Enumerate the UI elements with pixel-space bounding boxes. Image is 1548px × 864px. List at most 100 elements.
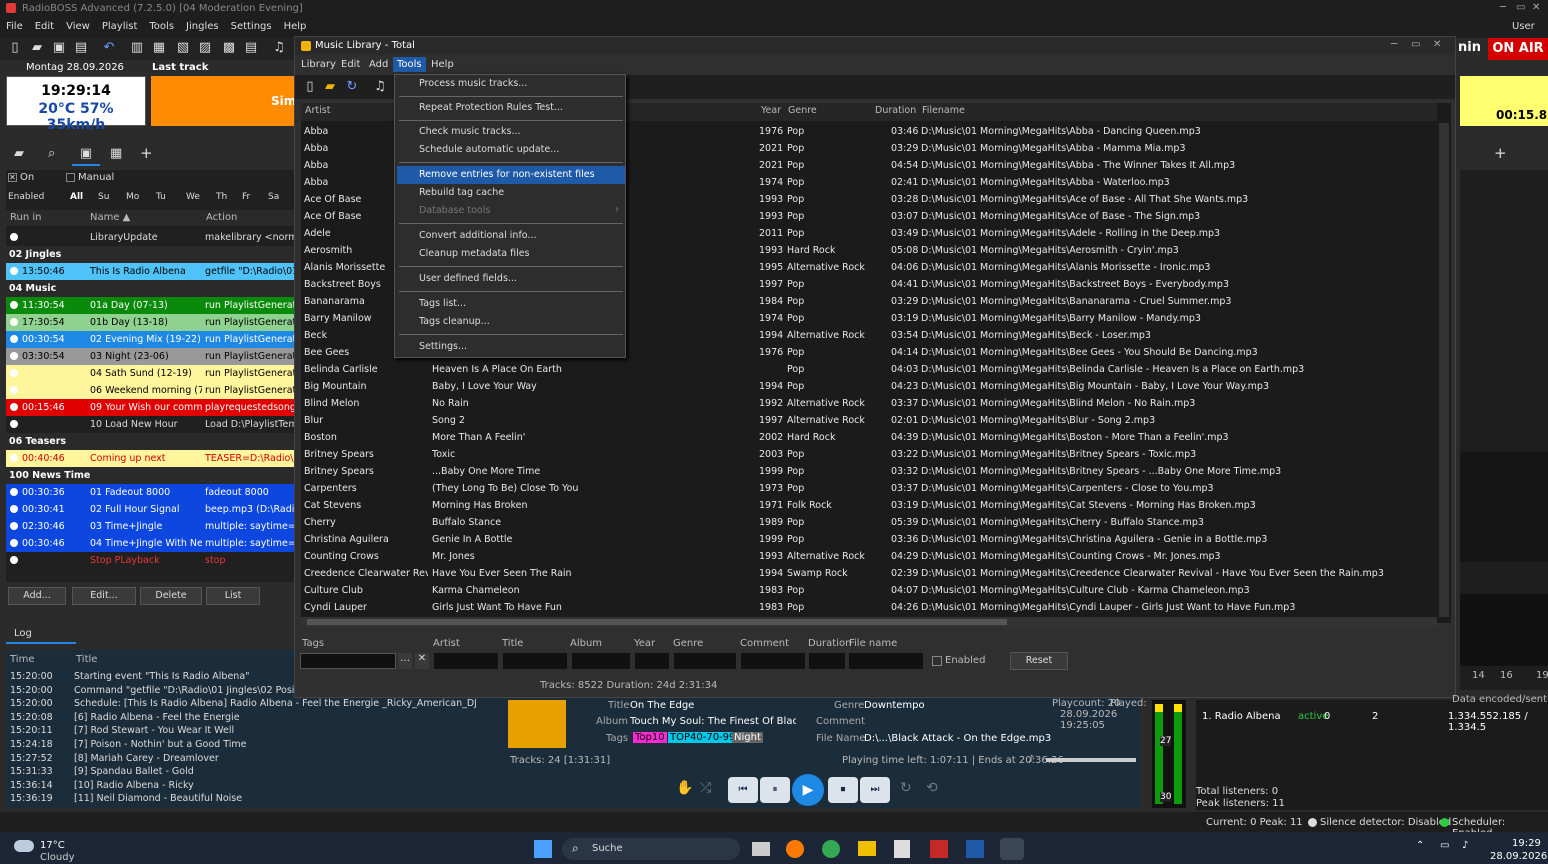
track-row[interactable]: Britney Spears ...Baby One More Time 1999 P… — [301, 463, 1437, 480]
album-filter-input[interactable] — [572, 653, 630, 669]
library-close-icon[interactable]: ✕ — [1433, 39, 1441, 50]
radioboss-active-icon[interactable] — [1000, 838, 1024, 860]
log-row[interactable]: 15:27:52 [8] Mariah Carey - Dreamlover — [6, 752, 476, 766]
undo-icon[interactable]: ↶ — [102, 41, 116, 55]
new-icon[interactable]: ▯ — [8, 41, 22, 55]
grid-hscroll[interactable] — [301, 617, 1437, 627]
view6-icon[interactable]: ▤ — [244, 41, 258, 55]
day-th[interactable]: Th — [216, 192, 227, 202]
menu-tools[interactable]: Tools — [143, 18, 180, 35]
menu-rebuild-cache[interactable]: Rebuild tag cache — [397, 184, 625, 202]
track-row[interactable]: Counting Crows Mr. Jones 1993 Alternative R… — [301, 548, 1437, 565]
on-checkbox[interactable]: ✕ — [8, 173, 17, 182]
scheduler-row[interactable]: 00:15:46 09 Your Wish our comm... playrequ… — [6, 399, 296, 416]
track-row[interactable]: Big Mountain Baby, I Love Your Way 1994 Pop… — [301, 378, 1437, 395]
filename-filter-input[interactable] — [849, 653, 923, 669]
col-filename[interactable]: Filename — [922, 105, 965, 116]
stop-button[interactable]: ⏹ — [828, 777, 858, 803]
view4-icon[interactable]: ▨ — [198, 41, 212, 55]
lib-folder-icon[interactable]: ▰ — [323, 80, 337, 94]
log-row[interactable]: 15:24:18 [7] Poison - Nothin' but a Good … — [6, 738, 476, 752]
menu-tags-cleanup[interactable]: Tags cleanup... — [397, 313, 625, 331]
refresh-icon[interactable]: ↻ — [345, 80, 359, 94]
menu-convert-info[interactable]: Convert additional info... — [397, 227, 625, 245]
col-name[interactable]: Name ▲ — [90, 212, 130, 223]
folder-icon[interactable]: ▰ — [14, 146, 24, 161]
view1-icon[interactable]: ▥ — [130, 41, 144, 55]
scheduler-row[interactable]: 04 Sath Sund (12-19) run PlaylistGenerato — [6, 365, 296, 382]
scheduler-row[interactable]: 00:30:54 02 Evening Mix (19-22) run Playli… — [6, 331, 296, 348]
tags-browse-button[interactable]: … — [398, 653, 412, 669]
view2-icon[interactable]: ▦ — [152, 41, 166, 55]
view3-icon[interactable]: ▧ — [176, 41, 190, 55]
volume-icon[interactable]: ♪ — [1028, 754, 1034, 765]
tag-top40[interactable]: TOP40-70-99 — [668, 732, 738, 743]
day-su[interactable]: Su — [98, 192, 109, 202]
scheduler-row[interactable]: Stop PLayback stop — [6, 552, 296, 569]
lib-new-icon[interactable]: ▯ — [303, 80, 317, 94]
title-filter-input[interactable] — [503, 653, 567, 669]
hscroll-thumb[interactable] — [307, 619, 1007, 625]
track-row[interactable]: Blur Song 2 1997 Alternative Rock 02:01 D:\Mu… — [301, 412, 1437, 429]
lib-menu-library[interactable]: Library — [301, 59, 336, 70]
menu-settings[interactable]: Settings — [225, 18, 278, 35]
scheduler-row[interactable]: 06 Weekend morning (7... run PlaylistGene… — [6, 382, 296, 399]
task-view-icon[interactable] — [752, 842, 770, 856]
tag-top10[interactable]: Top10 — [633, 732, 667, 743]
menu-check-music[interactable]: Check music tracks... — [397, 123, 625, 141]
menu-cleanup-metadata[interactable]: Cleanup metadata files — [397, 245, 625, 263]
track-row[interactable]: Carpenters (They Long To Be) Close To You… — [301, 480, 1437, 497]
grid-vscroll[interactable] — [1439, 123, 1449, 617]
scheduler-row[interactable]: 00:30:41 02 Full Hour Signal beep.mp3 (D:\… — [6, 501, 296, 518]
chrome-icon[interactable] — [822, 840, 840, 858]
scheduler-row[interactable]: LibraryUpdate makelibrary <norma — [6, 229, 296, 246]
shuffle-icon[interactable]: ⤮ — [700, 780, 711, 796]
menu-playlist[interactable]: Playlist — [96, 18, 144, 35]
taskbar-temp[interactable]: 17°C — [40, 840, 65, 851]
search-icon[interactable]: ⌕ — [48, 146, 55, 161]
view5-icon[interactable]: ▩ — [222, 41, 236, 55]
taskbar-clock[interactable]: 19:29 — [1512, 838, 1541, 849]
day-we[interactable]: We — [186, 192, 200, 202]
scheduler-group[interactable]: 100 News Time — [6, 467, 296, 484]
lib-menu-help[interactable]: Help — [431, 59, 454, 70]
delete-button[interactable]: Delete — [140, 587, 202, 605]
track-row[interactable]: Cat Stevens Morning Has Broken 1971 Folk Ro… — [301, 497, 1437, 514]
add-track-icon[interactable]: ♫ — [272, 41, 286, 55]
lib-menu-tools[interactable]: Tools — [393, 57, 426, 72]
lib-menu-add[interactable]: Add — [369, 59, 388, 70]
menu-repeat-protection[interactable]: Repeat Protection Rules Test... — [397, 99, 625, 117]
volume-slider[interactable] — [1046, 758, 1136, 762]
col-duration[interactable]: Duration — [875, 105, 916, 116]
log-row[interactable]: 15:31:33 [9] Spandau Ballet - Gold — [6, 765, 476, 779]
track-row[interactable]: Culture Club Karma Chameleon 1983 Pop 04:07 D… — [301, 582, 1437, 599]
scheduler-row[interactable]: 02:30:46 03 Time+Jingle multiple: saytime=… — [6, 518, 296, 535]
right-add-tab-icon[interactable]: + — [1494, 144, 1507, 162]
scheduler-row[interactable]: 11:30:54 01a Day (07-13) run PlaylistGener… — [6, 297, 296, 314]
duration-filter-input[interactable] — [809, 653, 845, 669]
notepad-icon[interactable] — [894, 840, 910, 858]
loop-icon[interactable]: ⟲ — [926, 780, 938, 796]
manual-checkbox[interactable] — [66, 173, 75, 182]
track-row[interactable]: Belinda Carlisle Heaven Is A Place On Ear… — [301, 361, 1437, 378]
track-row[interactable]: Christina Aguilera Genie In A Bottle 1999 P… — [301, 531, 1437, 548]
repeat-icon[interactable]: ↻ — [900, 780, 912, 796]
col-genre[interactable]: Genre — [788, 105, 817, 116]
menu-tags-list[interactable]: Tags list... — [397, 295, 625, 313]
library-minimize-icon[interactable]: ─ — [1391, 39, 1397, 50]
hand-icon[interactable]: ✋ — [676, 780, 693, 796]
scheduler-row[interactable]: 00:30:46 04 Time+Jingle With Ne... multipl… — [6, 535, 296, 552]
menu-user-fields[interactable]: User defined fields... — [397, 270, 625, 288]
scheduler-row[interactable]: 00:40:46 Coming up next TEASER=D:\Radio\0 — [6, 450, 296, 467]
log-row[interactable]: 15:20:08 [6] Radio Albena - Feel the Ener… — [6, 711, 476, 725]
lib-menu-edit[interactable]: Edit — [341, 59, 360, 70]
add-tab-icon[interactable]: + — [140, 144, 153, 162]
log-tab[interactable]: Log — [6, 622, 76, 644]
menu-jingles[interactable]: Jingles — [180, 18, 225, 35]
tray-display-icon[interactable]: ▭ — [1440, 840, 1449, 851]
lib-add-track-icon[interactable]: ♫ — [373, 80, 387, 94]
tags-clear-icon[interactable]: ✕ — [415, 653, 429, 669]
scheduler-tab-icon[interactable]: ▣ — [72, 142, 100, 166]
col-run-in[interactable]: Run in — [10, 212, 41, 223]
status-silence[interactable]: Silence detector: Disabled — [1320, 817, 1451, 828]
